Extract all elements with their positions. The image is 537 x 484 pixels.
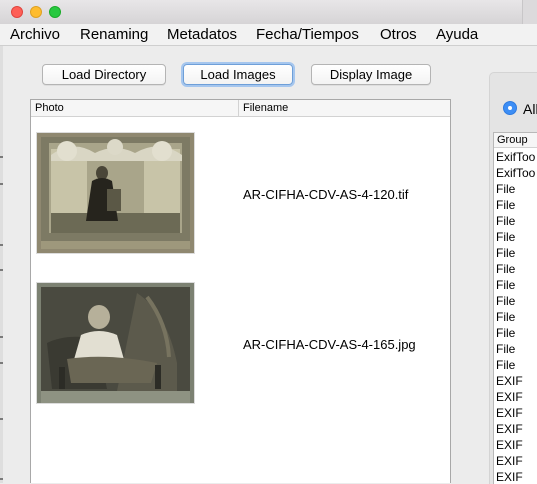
column-header-photo[interactable]: Photo — [35, 102, 64, 115]
metadata-group-panel: All Group ExifToo ExifToo File File File File… — [489, 72, 537, 484]
group-table: Group ExifToo ExifToo File File File File File… — [493, 132, 537, 484]
column-separator[interactable] — [238, 100, 239, 116]
group-row[interactable]: File — [496, 214, 515, 228]
menu-otros[interactable]: Otros — [380, 26, 417, 43]
image-table: Photo Filename AR-CIFHA-CDV-AS-4-120.tif… — [30, 99, 451, 483]
left-window-edge — [0, 46, 3, 483]
group-row[interactable]: EXIF — [496, 454, 523, 468]
group-column-header[interactable]: Group — [494, 133, 537, 148]
group-row[interactable]: ExifToo — [496, 166, 535, 180]
menu-bar: Archivo Renaming Metadatos Fecha/Tiempos… — [0, 24, 537, 46]
maximize-window-button[interactable] — [49, 6, 61, 18]
minimize-window-button[interactable] — [30, 6, 42, 18]
group-row[interactable]: File — [496, 326, 515, 340]
menu-archivo[interactable]: Archivo — [10, 26, 60, 43]
all-radio-button[interactable] — [503, 101, 517, 115]
menu-metadatos[interactable]: Metadatos — [167, 26, 237, 43]
group-row[interactable]: EXIF — [496, 422, 523, 436]
menu-ayuda[interactable]: Ayuda — [436, 26, 478, 43]
close-window-button[interactable] — [11, 6, 23, 18]
group-row[interactable]: File — [496, 246, 515, 260]
window-titlebar — [0, 0, 537, 24]
menu-renaming[interactable]: Renaming — [80, 26, 148, 43]
group-row[interactable]: File — [496, 278, 515, 292]
column-header-filename[interactable]: Filename — [243, 102, 288, 115]
group-row[interactable]: ExifToo — [496, 150, 535, 164]
table-header: Photo Filename — [31, 100, 450, 117]
group-row[interactable]: EXIF — [496, 406, 523, 420]
load-directory-button[interactable]: Load Directory — [42, 64, 166, 85]
group-row[interactable]: File — [496, 182, 515, 196]
photo-thumbnail — [37, 283, 194, 403]
filename-cell: AR-CIFHA-CDV-AS-4-120.tif — [243, 187, 409, 202]
menu-fecha-tiempos[interactable]: Fecha/Tiempos — [256, 26, 359, 43]
titlebar-edge — [522, 0, 537, 24]
load-images-button[interactable]: Load Images — [183, 64, 293, 85]
group-row[interactable]: EXIF — [496, 438, 523, 452]
group-row[interactable]: EXIF — [496, 470, 523, 484]
group-row[interactable]: File — [496, 230, 515, 244]
group-row[interactable]: EXIF — [496, 390, 523, 404]
group-row[interactable]: File — [496, 294, 515, 308]
all-radio-label[interactable]: All — [523, 101, 537, 117]
filename-cell: AR-CIFHA-CDV-AS-4-165.jpg — [243, 337, 416, 352]
display-image-button[interactable]: Display Image — [311, 64, 431, 85]
photo-thumbnail — [37, 133, 194, 253]
group-row[interactable]: File — [496, 358, 515, 372]
group-row[interactable]: File — [496, 198, 515, 212]
group-row[interactable]: EXIF — [496, 374, 523, 388]
group-row[interactable]: File — [496, 342, 515, 356]
group-row[interactable]: File — [496, 262, 515, 276]
group-row[interactable]: File — [496, 310, 515, 324]
